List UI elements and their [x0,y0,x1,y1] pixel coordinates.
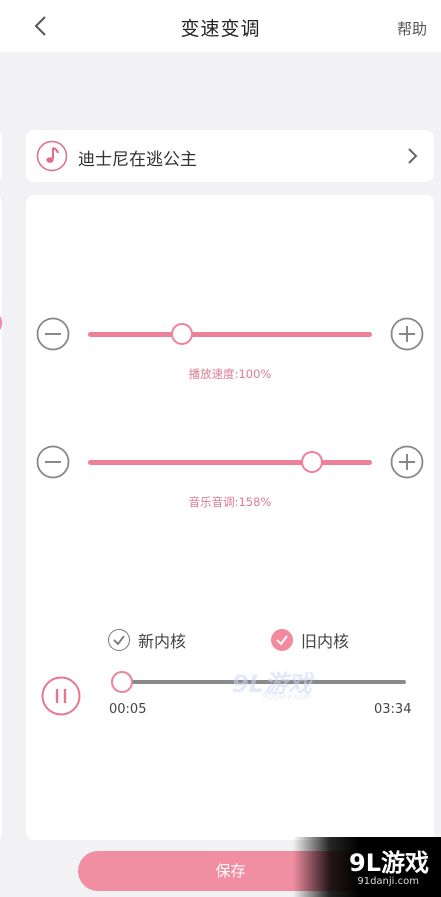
speed-slider-track[interactable] [88,332,372,337]
top-bar: 变速变调 帮助 [0,0,441,52]
speed-increase-button[interactable] [390,317,424,351]
speed-decrease-button[interactable] [36,317,70,351]
page-title: 变速变调 [180,18,261,40]
plus-circle-icon [390,445,424,479]
pitch-slider-thumb[interactable] [301,451,324,473]
current-time: 00:05 [109,702,147,717]
corner-watermark-text: 9L游戏 [349,849,429,877]
engine-label-new: 新内核 [138,632,187,651]
corner-watermark: 9L游戏 91danji.com [293,837,441,897]
corner-watermark-url: 91danji.com [357,876,419,887]
engine-option-old[interactable]: 旧内核 [271,627,349,653]
song-name: 迪士尼在逃公主 [78,150,197,170]
total-time: 03:34 [374,702,412,717]
adjacent-panel-edge [0,196,2,840]
pitch-slider-track[interactable] [88,460,372,465]
pause-icon [41,676,81,716]
engine-label-old: 旧内核 [301,632,350,651]
plus-circle-icon [390,317,424,351]
speed-slider-thumb[interactable] [170,323,193,345]
song-selector[interactable]: 迪士尼在逃公主 [26,130,434,182]
playback-progress-thumb[interactable] [111,671,133,693]
adjacent-card-edge [0,130,2,182]
pitch-increase-button[interactable] [390,445,424,479]
music-note-icon [36,140,68,172]
pitch-caption: 音乐音调:158% [188,495,272,509]
minus-circle-icon [36,445,70,479]
help-link[interactable]: 帮助 [397,18,427,39]
adjust-panel: 播放速度:100% 音乐音调:158% [26,195,434,840]
pause-button[interactable] [41,676,81,716]
playback-progress-track[interactable] [122,680,406,684]
chevron-right-icon [406,146,420,166]
minus-circle-icon [36,317,70,351]
pitch-decrease-button[interactable] [36,445,70,479]
engine-option-new[interactable]: 新内核 [108,627,186,653]
speed-caption: 播放速度:100% [188,367,272,381]
check-circle-filled-icon [271,629,293,651]
check-circle-icon [108,629,130,651]
